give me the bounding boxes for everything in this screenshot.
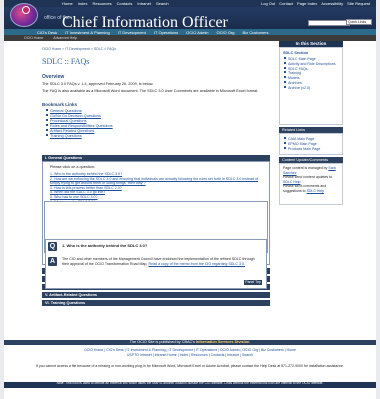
- top-link-home[interactable]: Home: [62, 1, 73, 6]
- related-link[interactable]: EPMO Main Page: [284, 142, 320, 147]
- nav-ocio-admin[interactable]: OCIO Admin: [186, 30, 208, 35]
- section-nav-title[interactable]: SDLC Section: [283, 51, 308, 55]
- subnav-advanced-help[interactable]: Advanced Help: [53, 36, 77, 40]
- util-log-out[interactable]: Log Out: [261, 1, 275, 6]
- sidebar-item-archive-v2[interactable]: Archive (v2.0): [284, 86, 336, 91]
- page-frame: Home Index Resources Contacts Intranet S…: [4, 0, 376, 399]
- site-header: office of the Chief Information Officer …: [4, 3, 376, 31]
- section-nav-box: SDLC Section SDLC Main Page Activity and…: [279, 47, 343, 125]
- footer-nav: OCIO Home | CIO's Desk | IT Investment &…: [4, 348, 376, 357]
- top-nav: Home Index Resources Contacts Intranet S…: [4, 0, 376, 7]
- top-nav-links: Home Index Resources Contacts Intranet S…: [62, 1, 169, 6]
- util-contact[interactable]: Contact: [279, 1, 293, 6]
- overview-heading: Overview: [42, 74, 65, 80]
- top-link-contacts[interactable]: Contacts: [117, 1, 133, 6]
- related-link[interactable]: Products Main Page: [284, 147, 320, 152]
- top-link-search[interactable]: Search: [156, 1, 169, 6]
- top-link-index[interactable]: Index: [78, 1, 88, 6]
- question-q-icon: Q: [48, 242, 57, 251]
- nav-it-development[interactable]: IT Development: [118, 30, 146, 35]
- footer-publisher-link[interactable]: Information Services Division.: [196, 340, 250, 344]
- nav-it-operations[interactable]: IT Operations: [154, 30, 178, 35]
- bookmark-list: General Questions Go/No Go Decision Ques…: [46, 109, 113, 139]
- footer-external-link-note: Note: This icon is used to denote an ext…: [4, 381, 376, 388]
- section-bar-artifact[interactable]: V. Artifact-Related Questions: [42, 292, 270, 298]
- subnav-ocio-home[interactable]: OCIO Home: [24, 36, 43, 40]
- section-bar-training[interactable]: VI. Training Questions: [42, 300, 270, 306]
- nav-it-investment[interactable]: IT Investment & Planning: [65, 30, 110, 35]
- panel-top-button[interactable]: Panel Top: [244, 280, 262, 285]
- quick-links-select[interactable]: Quick Links: [346, 19, 372, 25]
- answer-question-title: 1. Who is the authority behind the SDLC …: [62, 243, 148, 248]
- overview-paragraph-1: The SDLC 3.0 FAQs v. 1.4, approved Febru…: [42, 82, 154, 86]
- footer-nav-secondary[interactable]: USPTO Intranet | Intranet Home | Index |…: [4, 353, 376, 358]
- bookmark-link[interactable]: Training Questions: [46, 134, 113, 139]
- top-link-intranet[interactable]: Intranet: [137, 1, 151, 6]
- questions-intro: Please click on a question:: [50, 165, 95, 169]
- cu-text-updates: Please send content updates to: [283, 175, 333, 179]
- page-title: SDLC :: FAQs: [42, 57, 90, 66]
- seal-emblem-icon: [22, 6, 30, 14]
- nav-cios-desk[interactable]: CIO's Desk: [37, 30, 57, 35]
- question-link[interactable]: 2. How are we enforcing the SDLC 3.0 and…: [50, 177, 266, 186]
- main-content: OCIO Home > IT Development > SDLC > FAQs…: [42, 41, 270, 336]
- answer-text: The CIO and other members of the Managem…: [62, 257, 258, 266]
- sidebar-item-activity-roles[interactable]: Activity and Role Descriptions: [284, 62, 336, 67]
- footer-plugin-note: If you cannot access a file because of a…: [36, 364, 344, 368]
- section-nav-list: SDLC Main Page Activity and Role Descrip…: [284, 57, 336, 91]
- footer-publisher-bar: The OCIO Site is published by CBAC's Inf…: [4, 340, 376, 345]
- uspto-seal-logo[interactable]: [10, 3, 38, 27]
- answer-box: Q 1. Who is the authority behind the SDL…: [45, 239, 267, 289]
- answer-a-icon: A: [48, 257, 57, 266]
- related-links-box: CAIA Main Page EPMO Main Page Products M…: [279, 133, 343, 155]
- cu-comments-link[interactable]: SDLC Help: [307, 189, 325, 193]
- top-link-resources[interactable]: Resources: [92, 1, 111, 6]
- memo-link[interactable]: Read a copy of the memo from the CIO reg…: [149, 262, 245, 266]
- cu-text-managed: Page content is managed by: [283, 166, 328, 170]
- footer-publisher-text: The OCIO Site is published by CBAC's: [129, 340, 195, 344]
- content-update-box: Page content is managed by Sara Sanchez …: [279, 163, 343, 205]
- util-page-index[interactable]: Page Index: [297, 1, 317, 6]
- cu-updates-link[interactable]: SDLC Help: [283, 180, 301, 184]
- overview-paragraph-2: The FAQ is also available as a Microsoft…: [42, 89, 259, 93]
- bookmark-heading: Bookmark Links: [42, 102, 78, 107]
- search-input[interactable]: [308, 20, 350, 26]
- nav-biz-customers[interactable]: Biz Customers: [243, 30, 269, 35]
- nav-ocio-org[interactable]: OCIO Org: [217, 30, 235, 35]
- related-links-list: CAIA Main Page EPMO Main Page Products M…: [284, 137, 320, 151]
- util-site-request[interactable]: Site Request: [347, 1, 370, 6]
- utility-links: Log Out Contact Page Index Accessibility…: [261, 1, 370, 6]
- breadcrumb[interactable]: OCIO Home > IT Development > SDLC > FAQs: [42, 47, 116, 51]
- util-accessibility[interactable]: Accessibility: [321, 1, 343, 6]
